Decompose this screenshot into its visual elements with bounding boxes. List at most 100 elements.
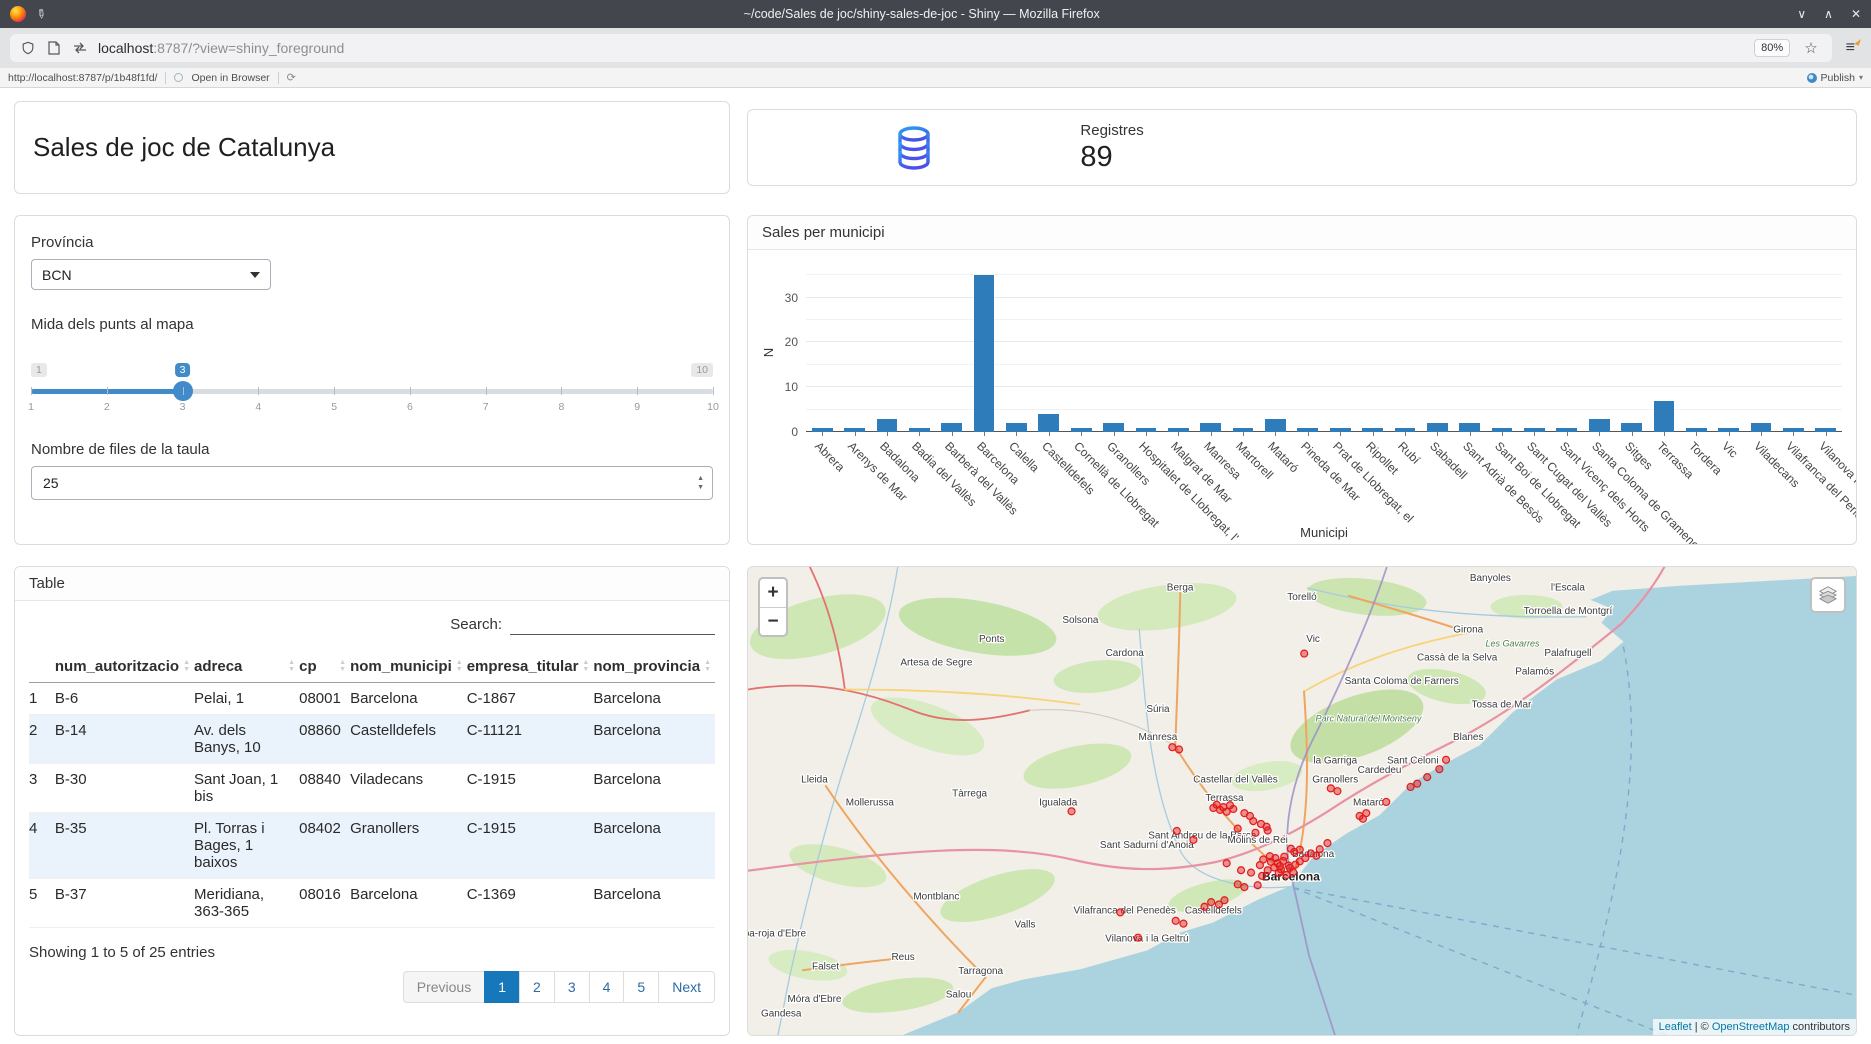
page-button-5[interactable]: 5 — [623, 971, 659, 1003]
column-header-nom_municipi[interactable]: nom_municipi▲▼ — [350, 651, 467, 683]
zoom-level-indicator[interactable]: 80% — [1754, 39, 1790, 57]
sale-marker[interactable] — [1264, 867, 1271, 874]
sale-marker[interactable] — [1290, 869, 1297, 876]
number-spinner-icon[interactable]: ▲▼ — [697, 475, 704, 491]
sort-icon[interactable]: ▲▼ — [704, 660, 711, 673]
table-row[interactable]: 2B-14Av. dels Banys, 1008860Castelldefel… — [29, 715, 715, 764]
sale-marker[interactable] — [1276, 863, 1283, 870]
province-select[interactable]: BCN — [31, 259, 271, 290]
column-header-num_autoritzacio[interactable]: num_autoritzacio▲▼ — [55, 651, 194, 683]
sale-marker[interactable] — [1327, 785, 1334, 792]
sale-marker[interactable] — [1443, 756, 1450, 763]
sale-marker[interactable] — [1230, 805, 1237, 812]
sale-marker[interactable] — [1316, 846, 1323, 853]
menu-icon[interactable]: ≡ — [1840, 39, 1861, 57]
page-info-icon[interactable] — [46, 40, 62, 56]
sale-marker[interactable] — [1256, 862, 1263, 869]
sale-marker[interactable] — [1313, 852, 1320, 859]
table-row[interactable]: 3B-30Sant Joan, 1 bis08840ViladecansC-19… — [29, 764, 715, 813]
sale-marker[interactable] — [1234, 881, 1241, 888]
column-header-empresa_titular[interactable]: empresa_titular▲▼ — [467, 651, 594, 683]
sale-marker[interactable] — [1169, 744, 1176, 751]
sale-marker[interactable] — [1436, 766, 1443, 773]
sale-marker[interactable] — [1217, 806, 1224, 813]
point-size-slider[interactable]: 1 10 3 12345678910 — [31, 363, 713, 423]
page-button-4[interactable]: 4 — [589, 971, 625, 1003]
publish-caret-icon[interactable]: ▾ — [1859, 73, 1863, 82]
sale-marker[interactable] — [1241, 884, 1248, 891]
sale-marker[interactable] — [1272, 855, 1279, 862]
page-button-1[interactable]: 1 — [484, 971, 520, 1003]
address-bar[interactable]: localhost:8787/?view=shiny_foreground 80… — [10, 34, 1832, 62]
sale-marker[interactable] — [1283, 871, 1290, 878]
search-input[interactable] — [510, 613, 715, 635]
table-row[interactable]: 4B-35Pl. Torras i Bages, 1 baixos08402Gr… — [29, 813, 715, 879]
map-canvas[interactable]: BergaBanyolesTorellól'EscalaTorroella de… — [748, 567, 1856, 1035]
sale-marker[interactable] — [1117, 909, 1124, 916]
sale-marker[interactable] — [1223, 808, 1230, 815]
url-text[interactable]: localhost:8787/?view=shiny_foreground — [98, 40, 344, 56]
sale-marker[interactable] — [1359, 815, 1366, 822]
column-header-cp[interactable]: cp▲▼ — [299, 651, 350, 683]
zoom-out-button[interactable]: − — [760, 607, 786, 635]
sale-marker[interactable] — [1135, 934, 1142, 941]
sale-marker[interactable] — [1414, 780, 1421, 787]
sale-marker[interactable] — [1254, 882, 1261, 889]
sale-marker[interactable] — [1201, 903, 1208, 910]
leaflet-map[interactable]: BergaBanyolesTorellól'EscalaTorroella de… — [747, 566, 1857, 1036]
page-button-next[interactable]: Next — [658, 971, 715, 1003]
open-in-browser-button[interactable]: Open in Browser — [191, 72, 269, 84]
rows-count-input[interactable] — [31, 466, 713, 500]
sale-marker[interactable] — [1281, 853, 1288, 860]
refresh-icon[interactable]: ⟳ — [287, 71, 296, 84]
sort-icon[interactable]: ▲▼ — [183, 660, 190, 673]
sale-marker[interactable] — [1248, 869, 1255, 876]
sale-marker[interactable] — [1221, 897, 1228, 904]
sale-marker[interactable] — [1264, 827, 1271, 834]
publish-button[interactable]: Publish — [1821, 72, 1855, 84]
sale-marker[interactable] — [1301, 650, 1308, 657]
table-row[interactable]: 1B-6Pelai, 108001BarcelonaC-1867Barcelon… — [29, 683, 715, 715]
page-button-previous[interactable]: Previous — [403, 971, 485, 1003]
column-header-nom_provincia[interactable]: nom_provincia▲▼ — [593, 651, 715, 683]
sale-marker[interactable] — [1334, 788, 1341, 795]
sale-marker[interactable] — [1324, 840, 1331, 847]
sale-marker[interactable] — [1176, 746, 1183, 753]
column-header-adreca[interactable]: adreca▲▼ — [194, 651, 299, 683]
sale-marker[interactable] — [1210, 805, 1217, 812]
zoom-in-button[interactable]: + — [760, 579, 786, 607]
sale-marker[interactable] — [1223, 860, 1230, 867]
leaflet-link[interactable]: Leaflet — [1659, 1021, 1692, 1033]
page-button-3[interactable]: 3 — [554, 971, 590, 1003]
sale-marker[interactable] — [1190, 836, 1197, 843]
sort-icon[interactable]: ▲▼ — [288, 660, 295, 673]
maximize-button[interactable]: ∧ — [1824, 7, 1833, 21]
sort-icon[interactable]: ▲▼ — [582, 660, 589, 673]
sale-marker[interactable] — [1250, 818, 1257, 825]
sale-marker[interactable] — [1234, 825, 1241, 832]
sort-icon[interactable]: ▲▼ — [456, 660, 463, 673]
sale-marker[interactable] — [1275, 870, 1282, 877]
map-layers-button[interactable] — [1810, 577, 1846, 613]
sale-marker[interactable] — [1172, 917, 1179, 924]
sale-marker[interactable] — [1208, 899, 1215, 906]
sale-marker[interactable] — [1238, 867, 1245, 874]
sale-marker[interactable] — [1383, 798, 1390, 805]
sale-marker[interactable] — [1407, 783, 1414, 790]
sale-marker[interactable] — [1068, 808, 1075, 815]
permissions-icon[interactable] — [72, 40, 88, 56]
sale-marker[interactable] — [1252, 829, 1259, 836]
bookmark-star-icon[interactable]: ☆ — [1800, 39, 1821, 57]
table-row[interactable]: 5B-37Meridiana, 363-36508016BarcelonaC-1… — [29, 879, 715, 928]
sale-marker[interactable] — [1296, 846, 1303, 853]
sale-marker[interactable] — [1173, 827, 1180, 834]
sale-marker[interactable] — [1180, 920, 1187, 927]
osm-link[interactable]: OpenStreetMap — [1712, 1021, 1790, 1033]
sale-marker[interactable] — [1287, 845, 1294, 852]
sort-icon[interactable]: ▲▼ — [339, 660, 346, 673]
sale-marker[interactable] — [1424, 774, 1431, 781]
shield-icon[interactable] — [20, 40, 36, 56]
minimize-button[interactable]: ∨ — [1797, 7, 1806, 21]
page-button-2[interactable]: 2 — [519, 971, 555, 1003]
close-button[interactable]: ✕ — [1851, 7, 1861, 21]
